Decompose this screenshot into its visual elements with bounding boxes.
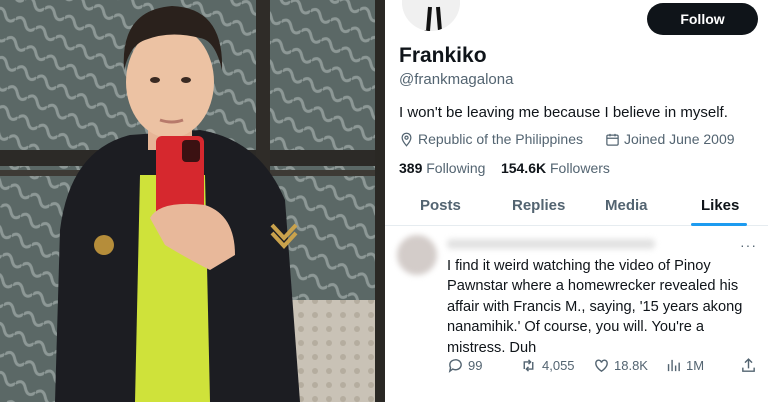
calendar-icon: [605, 132, 620, 147]
blurred-author-avatar: [397, 235, 437, 275]
retweet-count: 4,055: [542, 358, 575, 373]
reply-button[interactable]: 99: [447, 357, 482, 374]
tab-media[interactable]: Media: [605, 197, 648, 214]
active-tab-indicator: [691, 223, 747, 226]
profile-meta: Republic of the Philippines Joined June …: [399, 131, 735, 147]
post-text: I find it weird watching the video of Pi…: [447, 258, 743, 356]
reply-count: 99: [468, 358, 483, 373]
share-icon: [740, 357, 757, 374]
tab-replies[interactable]: Replies: [512, 197, 565, 214]
profile-bio: I won't be leaving me because I believe …: [399, 104, 728, 121]
profile-photo: [0, 0, 385, 402]
display-name: Frankiko: [399, 44, 487, 67]
avatar[interactable]: [399, 0, 463, 34]
following-label: Following: [426, 160, 486, 176]
followers-label: Followers: [550, 160, 610, 176]
following-link[interactable]: 389 Following: [399, 160, 485, 176]
profile-tabs: Posts Replies Media Likes: [385, 186, 768, 226]
more-icon[interactable]: ···: [740, 237, 757, 253]
avatar-image: [402, 0, 460, 31]
username-handle: @frankmagalona: [399, 71, 514, 88]
post-actions: 99 4,055 18.8K 1M: [447, 357, 767, 377]
followers-count: 154.6K: [500, 160, 547, 176]
share-button[interactable]: [740, 357, 757, 374]
follow-stats: 389 Following 154.6K Followers: [399, 160, 610, 176]
followers-link[interactable]: 154.6K Followers: [501, 160, 610, 176]
like-button[interactable]: 18.8K: [593, 357, 648, 374]
views-button[interactable]: 1M: [665, 357, 704, 374]
retweet-icon: [519, 357, 538, 374]
profile-panel: Follow Frankiko @frankmagalona I won't b…: [385, 0, 768, 402]
liked-post[interactable]: ··· I find it weird watching the video o…: [385, 227, 768, 402]
reply-icon: [447, 357, 464, 374]
like-count: 18.8K: [614, 358, 648, 373]
retweet-button[interactable]: 4,055: [519, 357, 575, 374]
following-count: 389: [399, 160, 423, 176]
follow-button[interactable]: Follow: [647, 3, 758, 35]
joined-date: Joined June 2009: [624, 131, 735, 147]
views-icon: [665, 357, 682, 374]
location-icon: [399, 132, 414, 147]
tab-posts[interactable]: Posts: [420, 197, 461, 214]
location-text: Republic of the Philippines: [418, 131, 583, 147]
views-count: 1M: [686, 358, 705, 373]
blurred-author-name: [447, 239, 655, 249]
selfie-illustration: [0, 0, 385, 402]
tab-likes[interactable]: Likes: [701, 197, 739, 214]
like-icon: [593, 357, 610, 374]
